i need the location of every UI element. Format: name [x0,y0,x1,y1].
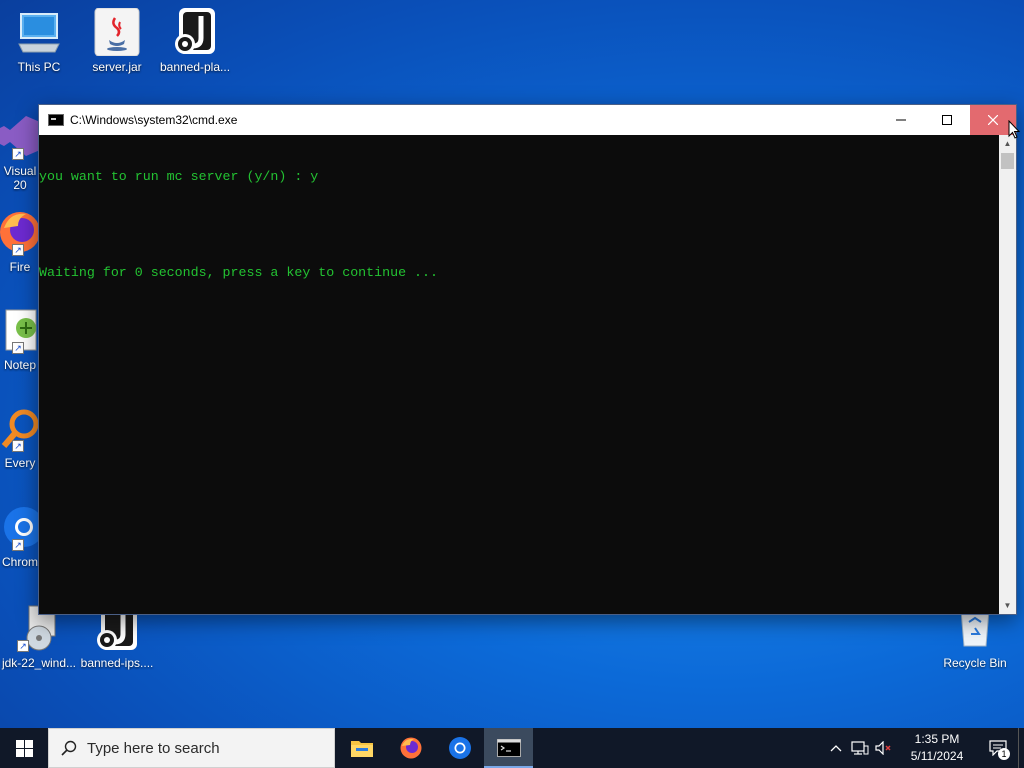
console-line: Waiting for 0 seconds, press a key to co… [39,265,438,280]
mouse-pointer-icon [1008,120,1020,139]
console-output[interactable]: you want to run mc server (y/n) : y Wait… [39,135,999,614]
search-placeholder: Type here to search [87,739,220,757]
shortcut-arrow-icon: ↗ [17,640,29,652]
cmd-app-icon [48,114,64,126]
shortcut-arrow-icon: ↗ [12,342,24,354]
desktop-icon-banned-players[interactable]: banned-pla... [155,8,235,74]
minimize-icon [896,119,906,121]
desktop-icon-label: Recycle Bin [943,656,1007,670]
volume-button[interactable] [872,728,896,768]
shortcut-arrow-icon: ↗ [12,244,24,256]
network-icon [851,741,869,755]
desktop-icon-label: jdk-22_wind... [1,656,77,670]
shortcut-arrow-icon: ↗ [12,148,24,160]
desktop-icon-server-jar[interactable]: server.jar [77,7,157,74]
desktop-icon-label: banned-ips.... [80,656,154,670]
taskbar-app-firefox[interactable] [386,728,435,768]
taskbar-app-file-explorer[interactable] [337,728,386,768]
window-controls [878,105,1016,135]
system-tray: 1:35 PM 5/11/2024 1 [824,728,1024,768]
cmd-window[interactable]: C:\Windows\system32\cmd.exe you want to … [38,104,1017,615]
terminal-icon [496,739,521,757]
minimize-button[interactable] [878,105,924,135]
firefox-icon [400,737,421,759]
monitor-icon [15,8,63,56]
shortcut-arrow-icon: ↗ [12,539,24,551]
chevron-up-icon [830,745,842,752]
search-icon [61,740,77,756]
taskbar-app-chrome[interactable] [435,728,484,768]
window-title: C:\Windows\system32\cmd.exe [70,113,238,127]
taskbar-app-command-prompt[interactable] [484,728,533,768]
vertical-scrollbar[interactable]: ▲ ▼ [999,135,1016,614]
desktop: This PC server.jar banned-pla... ↗ Visua… [0,0,1024,728]
desktop-icon-label: banned-pla... [159,60,231,74]
show-desktop-button[interactable] [1018,728,1024,768]
windows-logo-icon [15,739,33,757]
desktop-icon-this-pc[interactable]: This PC [0,8,79,74]
chrome-icon [448,737,471,759]
maximize-icon [942,115,952,125]
notification-count-badge: 1 [998,748,1010,760]
scroll-down-arrow-icon[interactable]: ▼ [999,597,1016,614]
start-button[interactable] [0,728,48,768]
console-line: you want to run mc server (y/n) : y [39,169,319,184]
folder-icon [350,741,373,757]
clock-time: 1:35 PM [914,732,960,746]
json-file-icon [171,8,219,56]
taskbar-search-box[interactable]: Type here to search [48,728,335,768]
java-icon [93,7,141,57]
close-icon [988,115,998,125]
desktop-icon-label: This PC [17,60,61,74]
taskbar-clock[interactable]: 1:35 PM 5/11/2024 [902,731,972,765]
volume-muted-icon [875,741,891,755]
shortcut-arrow-icon: ↗ [12,440,24,452]
show-hidden-icons-button[interactable] [824,728,848,768]
maximize-button[interactable] [924,105,970,135]
network-button[interactable] [848,728,872,768]
taskbar: Type here to search 1:35 PM 5/11/2024 1 [0,728,1024,768]
desktop-icon-label: server.jar [92,60,142,74]
window-titlebar[interactable]: C:\Windows\system32\cmd.exe [39,105,1016,135]
action-center-button[interactable]: 1 [978,728,1018,768]
clock-date: 5/11/2024 [910,749,964,763]
scroll-thumb[interactable] [1001,153,1014,169]
